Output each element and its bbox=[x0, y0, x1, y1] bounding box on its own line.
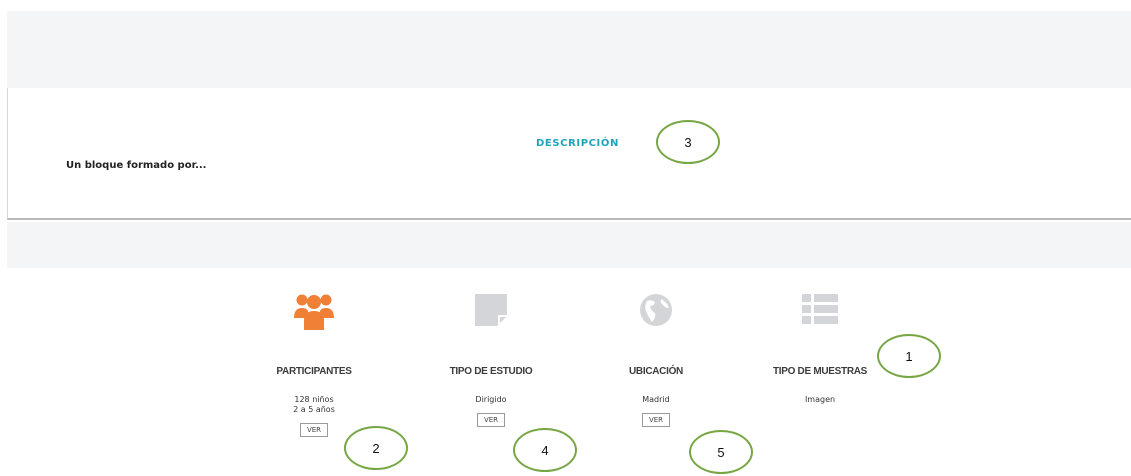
globe-icon bbox=[640, 294, 672, 326]
middle-band bbox=[7, 222, 1131, 268]
stat-value: 128 niños 2 a 5 años bbox=[249, 395, 379, 415]
users-icon bbox=[294, 294, 334, 330]
page: Un bloque formado por... DESCRIPCIÓN PAR… bbox=[0, 0, 1131, 476]
description-card: Un bloque formado por... DESCRIPCIÓN bbox=[7, 88, 1131, 220]
top-band bbox=[7, 11, 1131, 88]
stat-value-line: Imagen bbox=[804, 395, 836, 404]
stat-participantes: PARTICIPANTES 128 niños 2 a 5 años VER bbox=[249, 292, 379, 437]
stat-value-line: 2 a 5 años bbox=[293, 405, 335, 414]
stat-value-line: 128 niños bbox=[294, 395, 334, 404]
ver-participantes-button[interactable]: VER bbox=[299, 423, 329, 437]
stat-value: Dirigido bbox=[426, 395, 556, 405]
stat-title: TIPO DE MUESTRAS bbox=[772, 366, 868, 377]
description-text: Un bloque formado por... bbox=[66, 160, 207, 171]
stat-value-line: Dirigido bbox=[475, 395, 507, 404]
stat-title: UBICACIÓN bbox=[629, 366, 683, 377]
annotation-marker-2: 2 bbox=[344, 426, 408, 470]
annotation-marker-3: 3 bbox=[656, 120, 720, 164]
annotation-marker-5: 5 bbox=[689, 430, 753, 474]
annotation-marker-4: 4 bbox=[513, 428, 577, 472]
tab-descripcion[interactable]: DESCRIPCIÓN bbox=[536, 138, 619, 149]
ver-ubicacion-button[interactable]: VER bbox=[641, 413, 671, 427]
stat-tipo-muestras: TIPO DE MUESTRAS Imagen bbox=[755, 292, 885, 405]
stat-value: Madrid bbox=[591, 395, 721, 405]
list-icon bbox=[802, 294, 838, 324]
stat-tipo-estudio: TIPO DE ESTUDIO Dirigido VER bbox=[426, 292, 556, 427]
stat-value: Imagen bbox=[755, 395, 885, 405]
stat-value-line: Madrid bbox=[642, 395, 670, 404]
note-icon bbox=[475, 294, 507, 326]
stat-ubicacion: UBICACIÓN Madrid VER bbox=[591, 292, 721, 427]
ver-tipo-estudio-button[interactable]: VER bbox=[476, 413, 506, 427]
annotation-marker-1: 1 bbox=[877, 334, 941, 378]
stat-title: PARTICIPANTES bbox=[276, 366, 352, 377]
stat-title: TIPO DE ESTUDIO bbox=[449, 366, 533, 377]
